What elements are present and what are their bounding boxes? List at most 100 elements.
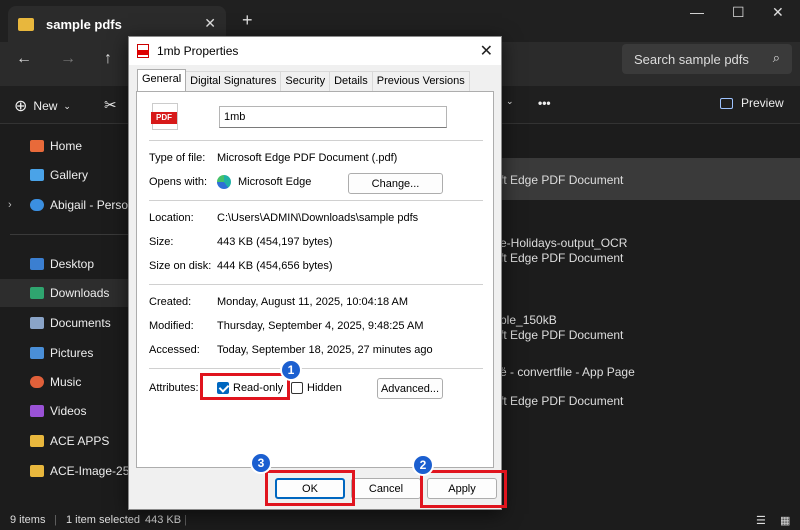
chevron-down-icon: ⌄	[63, 100, 71, 111]
selection-count: 1 item selected	[66, 514, 140, 526]
divider	[149, 284, 483, 285]
selection-size: 443 KB	[145, 514, 182, 526]
status-divider: |	[184, 514, 187, 526]
sidebar-item-documents[interactable]: Documents	[0, 309, 128, 337]
step-3-badge: 3	[250, 452, 272, 474]
up-icon[interactable]: ↑	[104, 50, 112, 68]
cancel-button[interactable]: Cancel	[351, 478, 421, 499]
new-tab-icon[interactable]: +	[242, 10, 253, 31]
new-label: New	[33, 99, 58, 113]
more-options-button[interactable]: •••	[538, 96, 551, 110]
search-icon: ⌕	[772, 50, 780, 65]
sidebar-item-videos[interactable]: Videos	[0, 397, 128, 425]
hidden-checkbox[interactable]	[291, 382, 303, 394]
chevron-right-icon[interactable]: ›	[8, 199, 12, 211]
sidebar-item-gallery[interactable]: Gallery	[0, 161, 128, 189]
file-type-text: ft Edge PDF Document	[500, 251, 624, 265]
sidebar-item-label: Documents	[50, 316, 111, 330]
sidebar-item-label: ACE APPS	[50, 434, 110, 448]
gallery-icon	[30, 169, 44, 181]
close-window-icon[interactable]: ✕	[772, 4, 784, 21]
sidebar-item-label: Abigail - Personal	[50, 198, 128, 212]
tab-security[interactable]: Security	[280, 71, 331, 91]
file-type-text: ft Edge PDF Document	[500, 328, 624, 342]
sidebar-item-onedrive[interactable]: › Abigail - Personal	[0, 191, 128, 219]
file-name-text: ë - convertfile - App Page	[500, 365, 635, 379]
file-type-text: ft Edge PDF Document	[500, 173, 624, 187]
sidebar-item-pictures[interactable]: Pictures	[0, 339, 128, 367]
size-value: 443 KB (454,197 bytes)	[217, 236, 333, 248]
cloud-icon	[30, 199, 44, 211]
apply-button[interactable]: Apply	[427, 478, 497, 499]
dialog-title: 1mb Properties	[157, 44, 239, 58]
desktop-icon	[30, 258, 44, 270]
tab-details[interactable]: Details	[329, 71, 373, 91]
read-only-label[interactable]: Read-only	[233, 382, 283, 394]
opens-with-value: Microsoft Edge	[238, 176, 312, 188]
maximize-icon[interactable]: ☐	[732, 4, 745, 21]
location-label: Location:	[149, 212, 194, 224]
size-label: Size:	[149, 236, 174, 248]
music-icon	[30, 376, 44, 388]
list-item[interactable]: ft Edge PDF Document	[500, 158, 800, 200]
sidebar-item-label: Desktop	[50, 257, 95, 271]
location-value: C:\Users\ADMIN\Downloads\sample pdfs	[217, 212, 419, 224]
folder-icon	[30, 435, 44, 447]
new-button[interactable]: ⊕ New ⌄	[14, 96, 71, 116]
modified-label: Modified:	[149, 320, 194, 332]
sidebar-item-label: Pictures	[50, 346, 94, 360]
list-item[interactable]: e-Holidays-output_OCR	[500, 236, 800, 250]
home-icon	[30, 140, 44, 152]
preview-button[interactable]: Preview	[720, 96, 784, 110]
pdf-file-icon	[137, 44, 149, 58]
close-tab-icon[interactable]: ✕	[204, 15, 216, 32]
back-icon[interactable]: ←	[16, 50, 32, 68]
status-bar: 9 items | 1 item selected 443 KB | ☰ ▦	[0, 510, 800, 530]
file-name-text: ple_150kB	[500, 313, 557, 327]
ok-button[interactable]: OK	[275, 478, 345, 499]
close-icon[interactable]: ✕	[480, 41, 493, 61]
sidebar-item-music[interactable]: Music	[0, 368, 128, 396]
folder-icon	[18, 17, 34, 31]
pdf-badge: PDF	[151, 112, 177, 124]
change-button[interactable]: Change...	[348, 173, 443, 194]
advanced-button[interactable]: Advanced...	[377, 378, 443, 399]
list-item-type: ft Edge PDF Document	[500, 328, 800, 342]
sidebar-item-downloads[interactable]: Downloads	[0, 279, 128, 307]
cut-icon[interactable]: ✂	[104, 96, 117, 114]
dialog-title-bar: 1mb Properties ✕	[129, 37, 501, 65]
opens-with-label: Opens with:	[149, 176, 208, 188]
size-on-disk-value: 444 KB (454,656 bytes)	[217, 260, 333, 272]
documents-icon	[30, 317, 44, 329]
hidden-label[interactable]: Hidden	[307, 382, 342, 394]
sidebar-item-desktop[interactable]: Desktop	[0, 250, 128, 278]
tab-title: sample pdfs	[46, 16, 122, 32]
tab-digital-signatures[interactable]: Digital Signatures	[185, 71, 282, 91]
tab-general[interactable]: General	[137, 69, 187, 91]
navigation-pane: Home Gallery › Abigail - Personal Deskto…	[0, 124, 128, 510]
sidebar-item-ace-image[interactable]: ACE-Image-25-	[0, 457, 128, 485]
search-input[interactable]: Search sample pdfs ⌕	[622, 44, 792, 74]
minimize-icon[interactable]: —	[690, 4, 704, 20]
details-view-icon[interactable]: ☰	[756, 514, 766, 527]
sidebar-item-ace-apps[interactable]: ACE APPS	[0, 427, 128, 455]
list-item[interactable]: ple_150kB	[500, 313, 800, 327]
modified-value: Thursday, September 4, 2025, 9:48:25 AM	[217, 320, 424, 332]
tab-previous-versions[interactable]: Previous Versions	[371, 71, 470, 91]
divider	[149, 368, 483, 369]
preview-pane-icon	[720, 97, 733, 109]
created-value: Monday, August 11, 2025, 10:04:18 AM	[217, 296, 409, 308]
edge-icon	[217, 175, 231, 189]
sidebar-item-label: ACE-Image-25-	[50, 464, 128, 478]
sidebar-item-home[interactable]: Home	[0, 132, 128, 160]
list-item[interactable]: ë - convertfile - App Page	[500, 365, 800, 379]
tiles-view-icon[interactable]: ▦	[780, 514, 790, 527]
list-item-type: ft Edge PDF Document	[500, 394, 800, 408]
file-name-field[interactable]: 1mb	[219, 106, 447, 128]
folder-icon	[30, 465, 44, 477]
divider	[149, 140, 483, 141]
read-only-checkbox[interactable]	[217, 382, 229, 394]
forward-icon[interactable]: →	[60, 50, 76, 68]
general-panel: PDF 1mb Type of file: Microsoft Edge PDF…	[136, 91, 494, 468]
sort-chevron-icon[interactable]: ⌄	[506, 96, 514, 107]
